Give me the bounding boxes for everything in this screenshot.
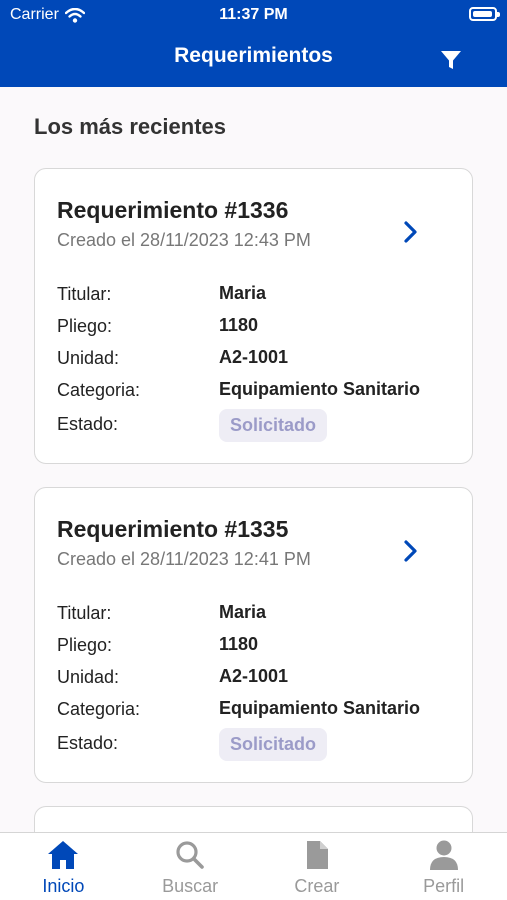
status-time: 11:37 PM bbox=[219, 6, 288, 23]
chevron-right-icon[interactable] bbox=[399, 538, 421, 564]
titular-label: Titular: bbox=[57, 284, 112, 304]
section-title: Los más recientes bbox=[34, 114, 226, 139]
request-title: Requerimiento #1336 bbox=[57, 197, 289, 223]
categoria-label: Categoria: bbox=[57, 380, 141, 400]
titular-value: Maria bbox=[219, 283, 267, 303]
filter-icon[interactable] bbox=[440, 49, 462, 71]
battery-icon bbox=[469, 7, 500, 21]
chevron-right-icon[interactable] bbox=[399, 219, 421, 245]
status-badge: Solicitado bbox=[219, 728, 328, 761]
document-icon bbox=[306, 841, 328, 869]
categoria-label: Categoria: bbox=[57, 699, 141, 719]
estado-label: Estado: bbox=[57, 414, 119, 434]
pliego-value: 1180 bbox=[219, 315, 259, 335]
tab-inicio[interactable]: Inicio bbox=[0, 833, 127, 900]
tab-crear[interactable]: Crear bbox=[254, 833, 381, 900]
battery-level bbox=[473, 11, 492, 17]
request-card[interactable]: Requerimiento #1336 Creado el 28/11/2023… bbox=[34, 168, 473, 464]
pliego-label: Pliego: bbox=[57, 316, 113, 336]
pliego-value: 1180 bbox=[219, 634, 259, 654]
tab-label: Buscar bbox=[162, 876, 219, 896]
titular-label: Titular: bbox=[57, 603, 112, 623]
categoria-value: Equipamiento Sanitario bbox=[219, 379, 421, 399]
titular-value: Maria bbox=[219, 602, 267, 622]
tab-perfil[interactable]: Perfil bbox=[380, 833, 507, 900]
tab-label: Inicio bbox=[42, 876, 85, 896]
request-title: Requerimiento #1335 bbox=[57, 516, 289, 542]
unidad-value: A2-1001 bbox=[219, 347, 289, 367]
categoria-value: Equipamiento Sanitario bbox=[219, 698, 421, 718]
request-date: Creado el 28/11/2023 12:43 PM bbox=[57, 230, 311, 250]
status-bar: Carrier 11:37 PM bbox=[0, 0, 507, 30]
search-icon bbox=[176, 841, 204, 869]
pliego-label: Pliego: bbox=[57, 635, 113, 655]
request-card[interactable]: Requerimiento #1335 Creado el 28/11/2023… bbox=[34, 487, 473, 783]
app-header: Carrier 11:37 PM Requerimientos bbox=[0, 0, 507, 87]
unidad-label: Unidad: bbox=[57, 348, 120, 368]
tab-label: Perfil bbox=[423, 876, 465, 896]
tab-buscar[interactable]: Buscar bbox=[127, 833, 254, 900]
estado-label: Estado: bbox=[57, 733, 119, 753]
tab-label: Crear bbox=[294, 876, 340, 896]
unidad-label: Unidad: bbox=[57, 667, 120, 687]
user-icon bbox=[429, 840, 458, 870]
request-date: Creado el 28/11/2023 12:41 PM bbox=[57, 549, 311, 569]
unidad-value: A2-1001 bbox=[219, 666, 289, 686]
status-badge: Solicitado bbox=[219, 409, 328, 442]
tab-bar: Inicio Buscar Crear Perfil bbox=[0, 832, 507, 900]
home-icon bbox=[48, 841, 79, 869]
page-title: Requerimientos bbox=[174, 44, 333, 67]
